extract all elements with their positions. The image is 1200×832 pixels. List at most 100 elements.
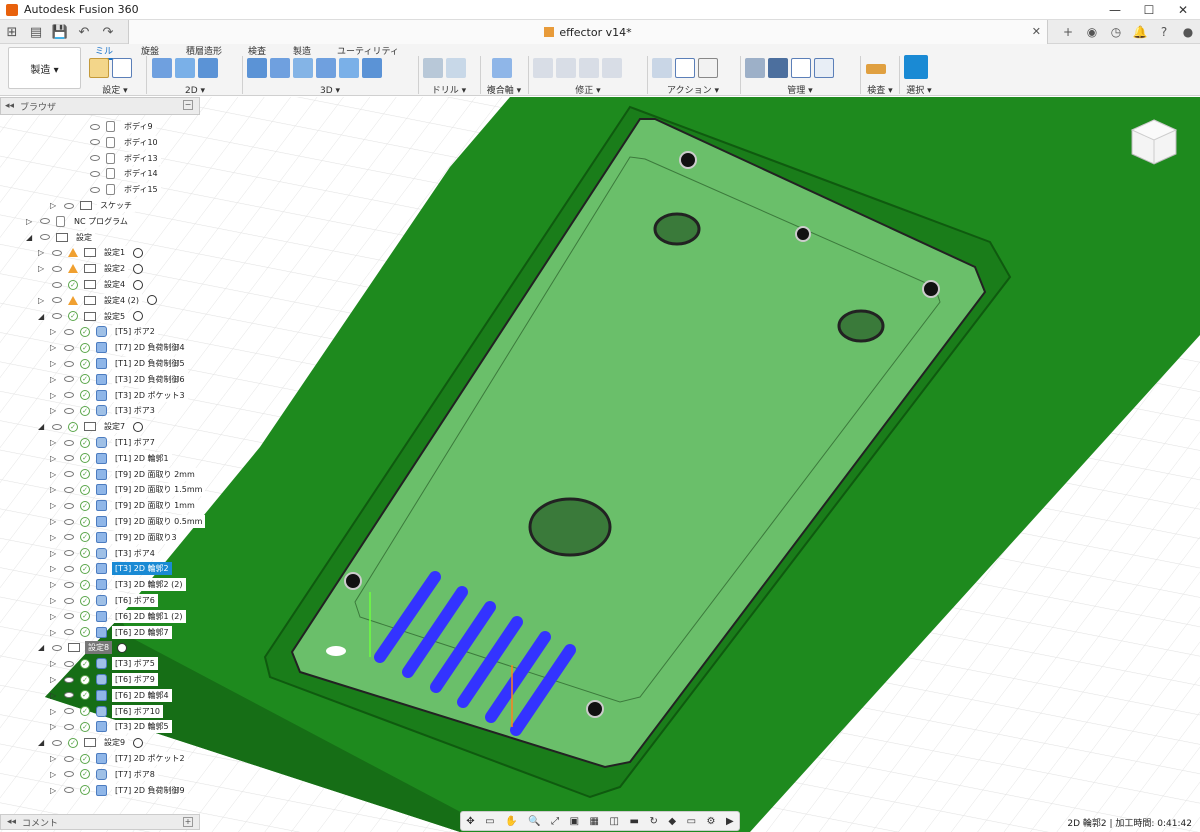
visibility-eye-icon[interactable] (64, 360, 74, 367)
minimize-icon[interactable]: — (1098, 0, 1132, 20)
notifications-icon[interactable]: 🔔 (1128, 20, 1152, 44)
zoom-icon[interactable]: 🔍 (528, 816, 540, 827)
expand-arrow-icon[interactable]: ▷ (50, 390, 58, 400)
expand-arrow-icon[interactable]: ▷ (50, 769, 58, 779)
tree-item[interactable]: ◢ 設定 (26, 230, 95, 245)
tree-item[interactable]: ▷ ✓ [T9] 2D 面取り 2mm (50, 467, 198, 482)
visibility-eye-icon[interactable] (52, 297, 62, 304)
tree-item[interactable]: ▷ ✓ [T6] 2D 輪郭4 (50, 688, 172, 703)
close-icon[interactable]: ✕ (1166, 0, 1200, 20)
new-tab-icon[interactable]: + (1056, 20, 1080, 44)
visibility-eye-icon[interactable] (64, 550, 74, 557)
drill-icon[interactable] (423, 58, 443, 78)
collapse-arrow-icon[interactable]: ◢ (38, 738, 46, 748)
spiral-icon[interactable] (339, 58, 359, 78)
tree-item[interactable]: ボディ10 (76, 135, 161, 150)
help-icon[interactable]: ? (1152, 20, 1176, 44)
data-panel-icon[interactable]: ⊞ (0, 20, 24, 44)
expand-arrow-icon[interactable]: ▷ (38, 264, 46, 274)
machine-library-icon[interactable] (768, 58, 788, 78)
visibility-eye-icon[interactable] (64, 328, 74, 335)
visibility-eye-icon[interactable] (64, 376, 74, 383)
expand-arrow-icon[interactable]: ▷ (50, 564, 58, 574)
group-label-3d[interactable]: 3D ▾ (247, 86, 413, 96)
visibility-eye-icon[interactable] (52, 265, 62, 272)
hole-recognition-icon[interactable] (446, 58, 466, 78)
tree-item[interactable]: ▷ ✓ [T6] ボア10 (50, 704, 163, 719)
pan-icon[interactable]: ✋ (505, 816, 517, 827)
tree-item[interactable]: ▷ NC プログラム (26, 214, 131, 229)
close-tab-icon[interactable]: ✕ (1032, 25, 1041, 38)
visibility-eye-icon[interactable] (52, 644, 62, 651)
tree-item[interactable]: ▷ ✓ [T7] 2D 負荷制御9 (50, 783, 188, 798)
tree-item[interactable]: ▷ ✓ [T3] ボア5 (50, 656, 158, 671)
group-label-inspect[interactable]: 検査 ▾ (866, 83, 894, 96)
simulate-icon[interactable] (652, 58, 672, 78)
visibility-eye-icon[interactable] (90, 123, 100, 130)
visibility-eye-icon[interactable] (64, 708, 74, 715)
link-toolpath-icon[interactable] (602, 58, 622, 78)
undo-icon[interactable]: ↶ (72, 20, 96, 44)
visibility-eye-icon[interactable] (64, 518, 74, 525)
visibility-eye-icon[interactable] (90, 186, 100, 193)
visibility-eye-icon[interactable] (40, 218, 50, 225)
browser-pin-icon[interactable]: − (183, 100, 193, 110)
tree-item[interactable]: ◢ ✓ 設定5 (38, 309, 144, 324)
tree-item[interactable]: ▷ ✓ [T1] 2D 負荷制御5 (50, 356, 188, 371)
visibility-eye-icon[interactable] (64, 407, 74, 414)
tree-item[interactable]: ボディ14 (76, 166, 161, 181)
activate-setup-icon[interactable] (133, 279, 144, 290)
visibility-eye-icon[interactable] (90, 155, 100, 162)
tree-item[interactable]: ▷ ✓ [T6] ボア9 (50, 672, 158, 687)
expand-arrow-icon[interactable]: ▷ (50, 517, 58, 527)
tree-item[interactable]: ▷ ✓ [T6] 2D 輪郭1 (2) (50, 609, 186, 624)
multiaxis-icon[interactable] (492, 58, 512, 78)
collapse-arrow-icon[interactable]: ◢ (38, 422, 46, 432)
tab-utilities[interactable]: ユーティリティ (337, 44, 399, 57)
visibility-eye-icon[interactable] (64, 629, 74, 636)
expand-arrow-icon[interactable]: ▷ (50, 374, 58, 384)
look-at-icon[interactable]: ▭ (485, 816, 494, 827)
stock-display-icon[interactable]: ▬ (629, 816, 638, 827)
expand-arrow-icon[interactable]: ▷ (50, 469, 58, 479)
pocket-3d-icon[interactable] (270, 58, 290, 78)
activate-setup-icon[interactable] (133, 247, 144, 258)
tree-item[interactable]: ▷ 設定2 (38, 261, 144, 276)
group-label-modify[interactable]: 修正 ▾ (533, 83, 643, 96)
expand-arrow-icon[interactable]: ▷ (50, 706, 58, 716)
delete-toolpath-icon[interactable] (556, 58, 576, 78)
visibility-eye-icon[interactable] (64, 455, 74, 462)
file-menu-icon[interactable]: ▤ (24, 20, 48, 44)
steep-shallow-icon[interactable] (293, 58, 313, 78)
parallel-icon[interactable] (316, 58, 336, 78)
activate-setup-icon[interactable] (117, 642, 128, 653)
activate-setup-icon[interactable] (133, 737, 144, 748)
tree-item[interactable]: ▷ ✓ [T5] ボア2 (50, 324, 158, 339)
scissors-icon[interactable] (533, 58, 553, 78)
tree-item[interactable]: ▷ ✓ [T3] 2D 輪郭5 (50, 719, 172, 734)
activate-setup-icon[interactable] (133, 263, 144, 274)
tab-turning[interactable]: 旋盤 (141, 44, 159, 57)
visibility-eye-icon[interactable] (64, 692, 74, 699)
post-library-icon[interactable] (791, 58, 811, 78)
visibility-eye-icon[interactable] (64, 613, 74, 620)
expand-arrow-icon[interactable]: ▷ (50, 611, 58, 621)
tree-item[interactable]: ◢ ✓ 設定7 (38, 419, 144, 434)
group-label-manage[interactable]: 管理 ▾ (745, 83, 855, 96)
activate-setup-icon[interactable] (146, 295, 157, 306)
machine-display-icon[interactable]: ⚙ (707, 816, 716, 827)
visibility-eye-icon[interactable] (64, 439, 74, 446)
face-icon[interactable] (198, 58, 218, 78)
tree-item[interactable]: ▷ ✓ [T3] 2D 負荷制御6 (50, 372, 188, 387)
expand-arrow-icon[interactable]: ▷ (50, 532, 58, 542)
display-settings-icon[interactable]: ▣ (570, 816, 579, 827)
tree-item[interactable]: ▷ ✓ [T3] 2D 輪郭2 (50, 561, 172, 576)
tree-item[interactable]: ▷ 設定1 (38, 245, 144, 260)
visibility-eye-icon[interactable] (40, 234, 50, 241)
tree-item[interactable]: ▷ ✓ [T6] 2D 輪郭7 (50, 625, 172, 640)
expand-arrow-icon[interactable]: ▷ (50, 722, 58, 732)
visibility-eye-icon[interactable] (52, 739, 62, 746)
tree-item[interactable]: ◢ 設定8 (38, 640, 128, 655)
tree-item[interactable]: ▷ 設定4 (2) (38, 293, 157, 308)
extensions-icon[interactable]: ◉ (1080, 20, 1104, 44)
